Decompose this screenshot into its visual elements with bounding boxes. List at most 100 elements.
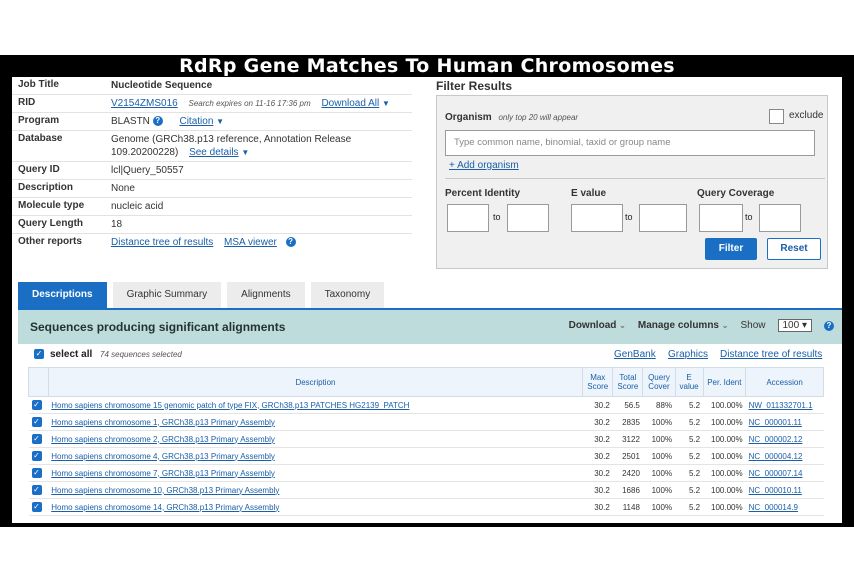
row-description-link[interactable]: Homo sapiens chromosome 4, GRCh38.p13 Pr… bbox=[51, 452, 275, 461]
table-cell: 5.2 bbox=[675, 413, 704, 431]
row-accession-link[interactable]: NC_000007.14 bbox=[749, 469, 803, 478]
col-max-score[interactable]: Max Score bbox=[582, 367, 614, 397]
rid-cell: V2154ZMS016 Search expires on 11-16 17:3… bbox=[107, 95, 412, 112]
col-description[interactable]: Description bbox=[47, 367, 584, 397]
help-icon[interactable]: ? bbox=[152, 116, 163, 127]
evalue-label: E value bbox=[571, 188, 607, 199]
row-accession-link[interactable]: NW_011332701.1 bbox=[749, 401, 813, 410]
table-cell: 1686 bbox=[612, 481, 643, 499]
table-row: ✓ Homo sapiens chromosome 10, GRCh38.p13 … bbox=[28, 481, 824, 499]
show-label: Show bbox=[740, 320, 766, 331]
row-checkbox[interactable]: ✓ bbox=[31, 434, 42, 444]
table-cell: 30.2 bbox=[582, 413, 613, 431]
coverage-max-input[interactable] bbox=[759, 204, 801, 232]
manage-columns-menu[interactable]: Manage columns ⌄ bbox=[638, 320, 729, 331]
row-total-score: 1686 bbox=[622, 485, 640, 495]
table-cell: 56.5 bbox=[612, 396, 643, 414]
col-total-score[interactable]: Total Score bbox=[612, 367, 644, 397]
select-all-row: ✓ select all 74 sequences selected GenBa… bbox=[18, 344, 842, 366]
help-icon[interactable]: ? bbox=[285, 237, 296, 248]
row-checkbox[interactable]: ✓ bbox=[31, 502, 42, 512]
identity-max-input[interactable] bbox=[507, 204, 549, 232]
row-total-score: 2420 bbox=[622, 468, 640, 478]
row-checkbox[interactable]: ✓ bbox=[31, 485, 42, 495]
evalue-max-input[interactable] bbox=[639, 204, 687, 232]
col-query-cover[interactable]: Query Cover bbox=[642, 367, 676, 397]
tab-alignments[interactable]: Alignments bbox=[227, 282, 305, 308]
row-per-ident: 100.00% bbox=[711, 451, 743, 461]
help-icon[interactable]: ? bbox=[824, 320, 834, 331]
msa-viewer-link[interactable]: MSA viewer bbox=[224, 237, 277, 248]
results-toolbar: Download ⌄ Manage columns ⌄ Show 100 ▾ ? bbox=[569, 319, 834, 332]
row-checkbox[interactable]: ✓ bbox=[31, 451, 42, 461]
table-cell: 2501 bbox=[612, 447, 643, 465]
rid-link[interactable]: V2154ZMS016 bbox=[111, 98, 178, 109]
table-cell: NC_000002.12 bbox=[745, 430, 824, 448]
graphics-link[interactable]: Graphics bbox=[668, 349, 708, 360]
table-header-row: Description Max Score Total Score Query … bbox=[28, 367, 824, 397]
tab-taxonomy[interactable]: Taxonomy bbox=[310, 282, 385, 308]
row-checkbox[interactable]: ✓ bbox=[31, 417, 42, 427]
table-cell: Homo sapiens chromosome 14, GRCh38.p13 P… bbox=[48, 498, 583, 516]
row-evalue: 5.2 bbox=[688, 417, 701, 427]
row-evalue: 5.2 bbox=[688, 485, 701, 495]
row-description-link[interactable]: Homo sapiens chromosome 10, GRCh38.p13 P… bbox=[51, 486, 279, 495]
row-total-score: 56.5 bbox=[624, 400, 640, 410]
add-organism-link[interactable]: + Add organism bbox=[449, 160, 519, 171]
row-accession-link[interactable]: NC_000014.9 bbox=[749, 503, 798, 512]
job-title-value: Nucleotide Sequence bbox=[111, 80, 213, 91]
see-details-link[interactable]: See details bbox=[189, 147, 238, 158]
results-title: Sequences producing significant alignmen… bbox=[30, 320, 286, 334]
blast-results-page: Job Title Nucleotide Sequence RID V2154Z… bbox=[12, 77, 842, 523]
distance-tree-link[interactable]: Distance tree of results bbox=[720, 349, 822, 360]
divider bbox=[445, 178, 825, 179]
job-label: Other reports bbox=[18, 236, 82, 247]
row-description-link[interactable]: Homo sapiens chromosome 15 genomic patch… bbox=[51, 401, 409, 410]
organism-input[interactable]: Type common name, binomial, taxid or gro… bbox=[445, 130, 815, 156]
row-accession-link[interactable]: NC_000002.12 bbox=[749, 435, 803, 444]
row-description-link[interactable]: Homo sapiens chromosome 2, GRCh38.p13 Pr… bbox=[51, 435, 275, 444]
show-value: 100 bbox=[782, 320, 800, 331]
table-cell: 100.00% bbox=[703, 481, 746, 499]
show-select[interactable]: 100 ▾ bbox=[777, 319, 812, 332]
row-description-link[interactable]: Homo sapiens chromosome 1, GRCh38.p13 Pr… bbox=[51, 418, 275, 427]
identity-min-input[interactable] bbox=[447, 204, 489, 232]
filter-button[interactable]: Filter bbox=[705, 238, 757, 260]
row-description-link[interactable]: Homo sapiens chromosome 14, GRCh38.p13 P… bbox=[51, 503, 279, 512]
tab-descriptions[interactable]: Descriptions bbox=[18, 282, 107, 308]
row-total-score: 1148 bbox=[622, 502, 640, 512]
row-max-score: 30.2 bbox=[594, 434, 610, 444]
reset-button[interactable]: Reset bbox=[767, 238, 821, 260]
select-all-checkbox[interactable]: ✓ bbox=[34, 349, 44, 359]
table-row: ✓ Homo sapiens chromosome 4, GRCh38.p13 P… bbox=[28, 447, 824, 465]
row-per-ident: 100.00% bbox=[711, 468, 743, 478]
distance-tree-link[interactable]: Distance tree of results bbox=[111, 237, 213, 248]
genbank-link[interactable]: GenBank bbox=[614, 349, 656, 360]
col-evalue[interactable]: E value bbox=[674, 367, 704, 397]
download-menu[interactable]: Download ⌄ bbox=[569, 320, 626, 331]
coverage-min-input[interactable] bbox=[699, 204, 743, 232]
col-per-ident[interactable]: Per. Ident bbox=[702, 367, 747, 397]
table-row: ✓ Homo sapiens chromosome 15 genomic patc… bbox=[28, 396, 824, 414]
results-header: Sequences producing significant alignmen… bbox=[18, 310, 842, 344]
row-query-cover: 100% bbox=[651, 434, 673, 444]
row-description-link[interactable]: Homo sapiens chromosome 7, GRCh38.p13 Pr… bbox=[51, 469, 275, 478]
job-row-query-id: Query ID lcl|Query_50557 bbox=[12, 162, 412, 180]
row-total-score: 3122 bbox=[622, 434, 640, 444]
tab-graphic-summary[interactable]: Graphic Summary bbox=[112, 282, 222, 308]
job-row-rid: RID V2154ZMS016 Search expires on 11-16 … bbox=[12, 95, 412, 113]
download-all-link[interactable]: Download All bbox=[321, 98, 379, 109]
manage-columns-label: Manage columns bbox=[637, 320, 719, 331]
row-total-score: 2501 bbox=[622, 451, 640, 461]
row-checkbox[interactable]: ✓ bbox=[31, 468, 42, 478]
citation-link[interactable]: Citation bbox=[179, 116, 213, 127]
evalue-min-input[interactable] bbox=[571, 204, 623, 232]
row-accession-link[interactable]: NC_000001.11 bbox=[749, 418, 802, 427]
row-accession-link[interactable]: NC_000010.11 bbox=[749, 486, 802, 495]
row-checkbox[interactable]: ✓ bbox=[31, 400, 42, 410]
row-evalue: 5.2 bbox=[688, 400, 701, 410]
exclude-checkbox[interactable] bbox=[769, 109, 784, 124]
row-accession-link[interactable]: NC_000004.12 bbox=[749, 452, 803, 461]
col-accession[interactable]: Accession bbox=[745, 367, 824, 397]
row-max-score: 30.2 bbox=[594, 485, 610, 495]
